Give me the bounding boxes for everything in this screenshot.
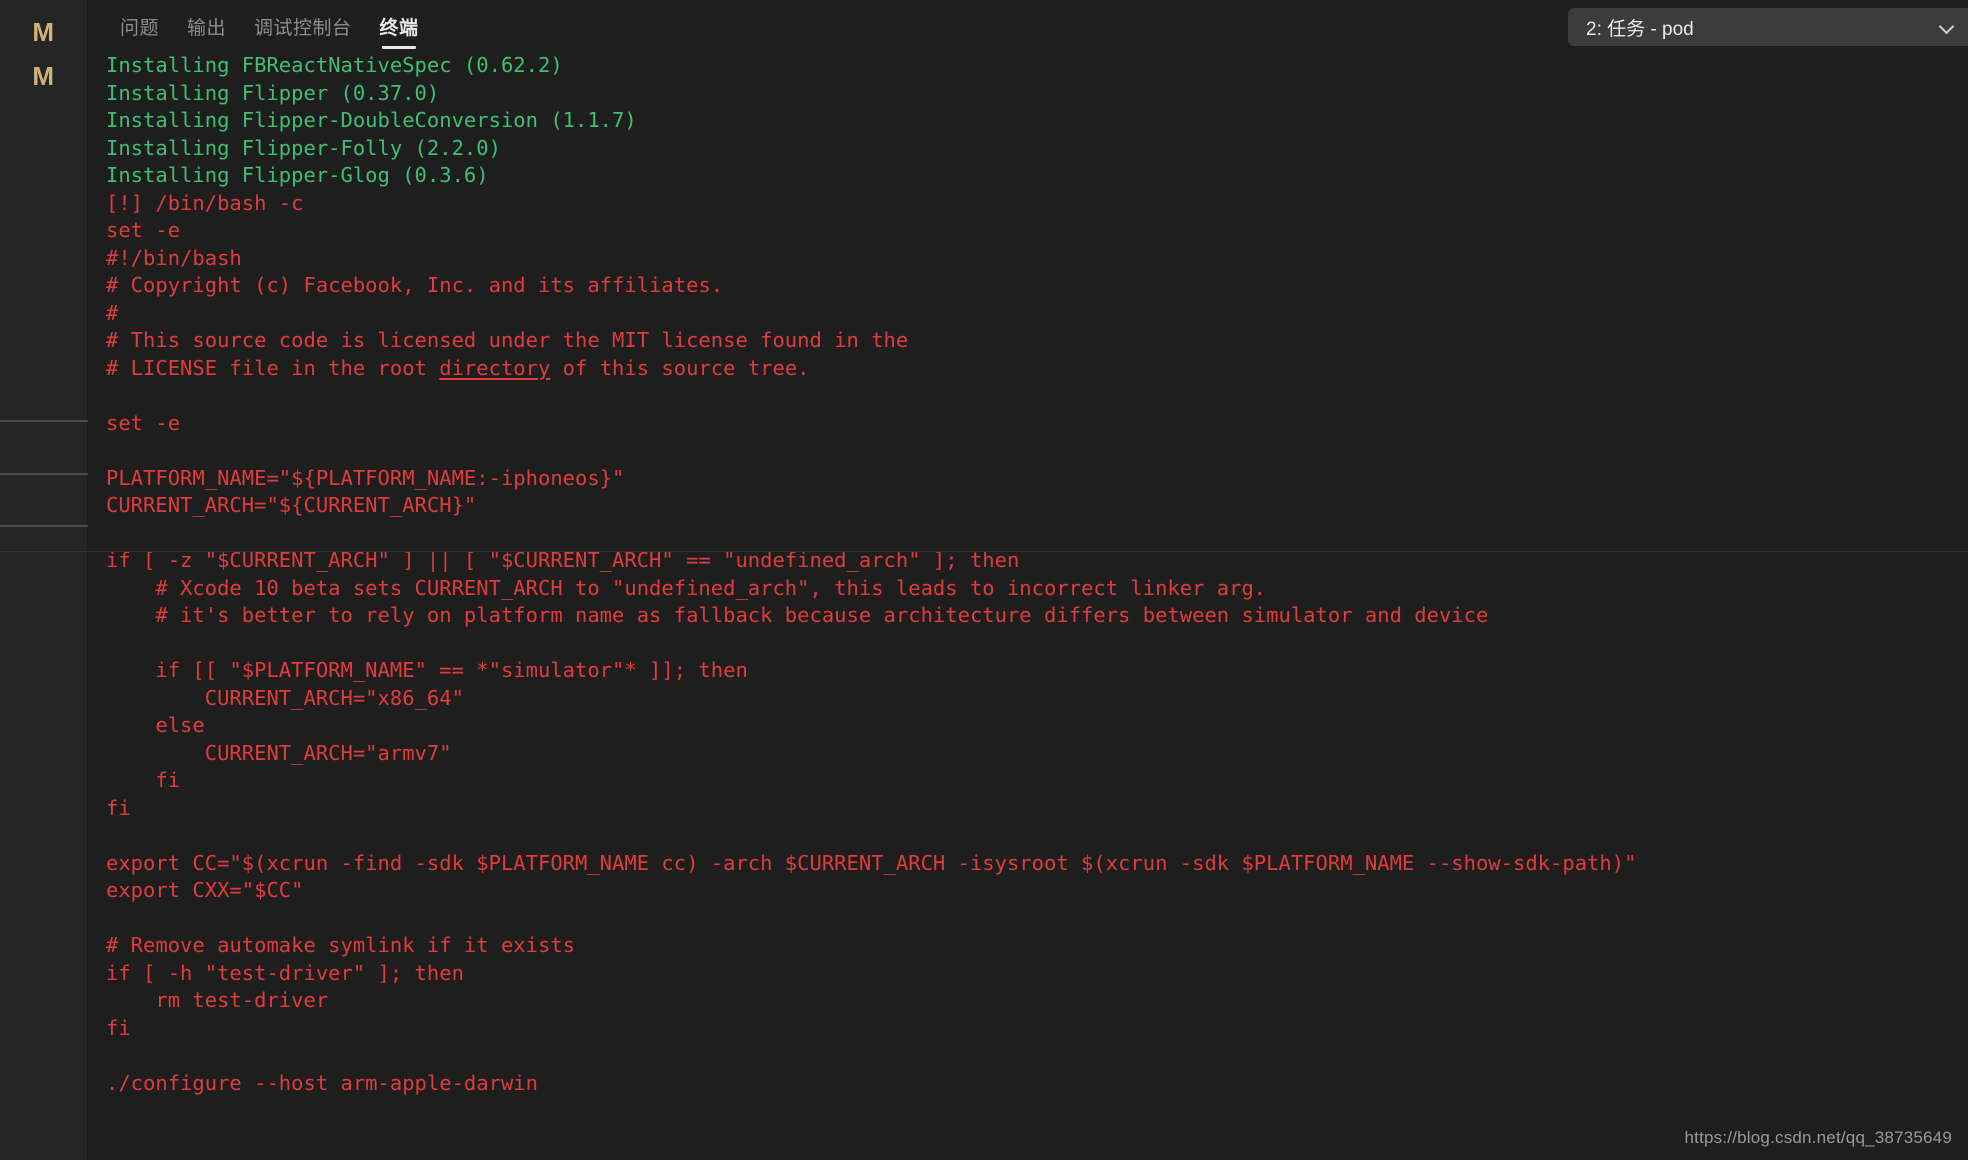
terminal-line: if [ -h "test-driver" ]; then	[106, 960, 464, 985]
terminal-line: export CXX="$CC"	[106, 878, 304, 902]
chevron-down-icon[interactable]	[1940, 20, 1954, 34]
gutter-divider	[0, 473, 88, 475]
terminal-line: # Remove automake symlink if it exists	[106, 933, 575, 957]
terminal-line: Installing FBReactNativeSpec (0.62.2)	[106, 53, 563, 77]
terminal-line: PLATFORM_NAME="${PLATFORM_NAME:-iphoneos…	[106, 465, 625, 490]
terminal-line: CURRENT_ARCH="${CURRENT_ARCH}"	[106, 493, 477, 517]
gutter-divider	[0, 525, 88, 527]
panel-divider	[0, 551, 1968, 552]
git-modified-marker[interactable]: M	[0, 54, 87, 98]
bottom-panel: 问题 输出 调试控制台 终端 2: 任务 - pod Installing FB…	[88, 0, 1968, 1160]
terminal-line: Installing Flipper-DoubleConversion (1.1…	[106, 108, 637, 132]
panel-header: 问题 输出 调试控制台 终端 2: 任务 - pod	[88, 0, 1968, 52]
panel-tabs: 问题 输出 调试控制台 终端	[106, 0, 433, 52]
terminal-line: fi	[106, 795, 131, 820]
terminal-link[interactable]: directory	[439, 356, 550, 380]
terminal-line: set -e	[106, 218, 181, 242]
tab-terminal[interactable]: 终端	[366, 0, 433, 52]
terminal-line: # Copyright (c) Facebook, Inc. and its a…	[106, 273, 724, 297]
git-change-markers: M M	[0, 0, 87, 98]
tab-problems[interactable]: 问题	[106, 0, 173, 52]
terminal-output[interactable]: Installing FBReactNativeSpec (0.62.2) Ins…	[88, 52, 1968, 1160]
tab-output[interactable]: 输出	[173, 0, 240, 52]
terminal-line: Installing Flipper-Folly (2.2.0)	[106, 135, 501, 160]
terminal-line: Installing Flipper-Glog (0.3.6)	[106, 163, 489, 187]
terminal-line: # LICENSE file in the root directory of …	[106, 355, 810, 380]
terminal-line: else	[106, 713, 205, 737]
terminal-line: set -e	[106, 410, 181, 435]
tab-debug-console[interactable]: 调试控制台	[240, 0, 366, 52]
terminal-line: export CC="$(xcrun -find -sdk $PLATFORM_…	[106, 850, 1637, 875]
terminal-line: Installing Flipper (0.37.0)	[106, 80, 440, 105]
terminal-line: fi	[106, 768, 181, 792]
terminal-line: CURRENT_ARCH="x86_64"	[106, 685, 464, 710]
terminal-line: #	[106, 300, 119, 325]
vscode-window: M M 问题 输出 调试控制台 终端 2: 任务 - pod Installin…	[0, 0, 1968, 1160]
terminal-line: [!] /bin/bash -c	[106, 190, 304, 215]
terminal-line: if [[ "$PLATFORM_NAME" == *"simulator"* …	[106, 658, 748, 682]
terminal-line: # it's better to rely on platform name a…	[106, 603, 1489, 627]
terminal-line: CURRENT_ARCH="armv7"	[106, 740, 452, 765]
gutter-divider	[0, 420, 88, 422]
git-modified-marker[interactable]: M	[0, 10, 87, 54]
terminal-line: # Xcode 10 beta sets CURRENT_ARCH to "un…	[106, 575, 1267, 600]
terminal-instance-label: 2: 任务 - pod	[1586, 18, 1694, 40]
terminal-instance-dropdown[interactable]: 2: 任务 - pod	[1568, 8, 1968, 46]
editor-gutter: M M	[0, 0, 88, 1160]
terminal-line: fi	[106, 1015, 131, 1040]
terminal-line: rm test-driver	[106, 988, 329, 1012]
terminal-line: #!/bin/bash	[106, 245, 242, 270]
terminal-line: ./configure --host arm-apple-darwin	[106, 1070, 538, 1095]
terminal-line: # This source code is licensed under the…	[106, 328, 909, 352]
